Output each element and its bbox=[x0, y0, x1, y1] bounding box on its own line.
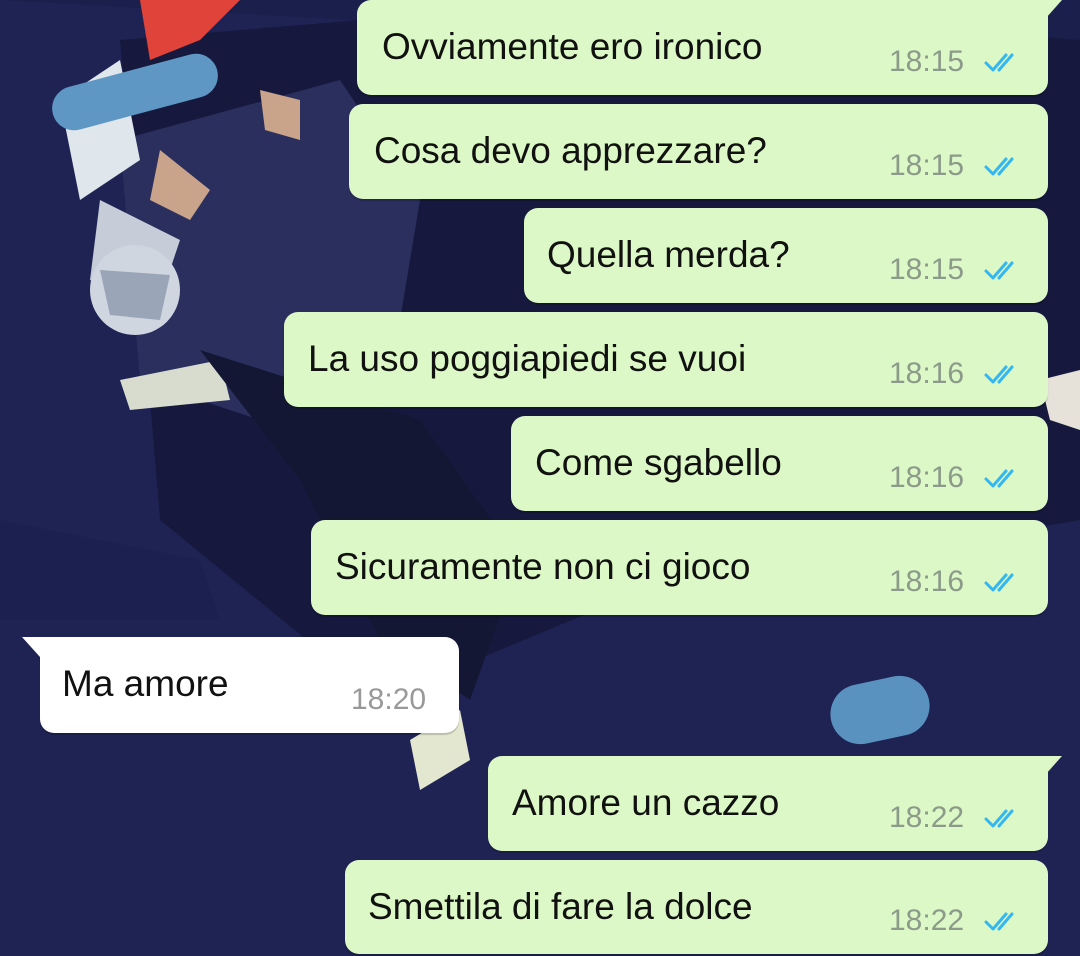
message-text: Amore un cazzo bbox=[512, 782, 780, 823]
double-check-read-icon bbox=[984, 157, 1014, 176]
message-bubble-outgoing[interactable]: Smettila di fare la dolce 18:22 bbox=[345, 860, 1048, 954]
double-check-read-icon bbox=[984, 53, 1014, 72]
message-bubble-outgoing[interactable]: Quella merda? 18:15 bbox=[524, 208, 1048, 303]
message-bubble-outgoing[interactable]: Come sgabello 18:16 bbox=[511, 416, 1048, 511]
message-bubble-outgoing[interactable]: Sicuramente non ci gioco 18:16 bbox=[311, 520, 1048, 615]
double-check-read-icon bbox=[984, 365, 1014, 384]
message-time: 18:22 bbox=[889, 904, 965, 937]
message-text: Ovviamente ero ironico bbox=[382, 26, 763, 67]
double-check-read-icon bbox=[984, 469, 1014, 488]
message-bubble-outgoing[interactable]: Ovviamente ero ironico 18:15 bbox=[357, 0, 1062, 95]
double-check-read-icon bbox=[984, 573, 1014, 592]
bubble-tail bbox=[22, 637, 40, 657]
message-text: Quella merda? bbox=[547, 234, 790, 275]
message-time: 18:15 bbox=[889, 149, 965, 182]
message-text: Sicuramente non ci gioco bbox=[335, 546, 751, 587]
message-bubble-outgoing[interactable]: Amore un cazzo 18:22 bbox=[488, 756, 1062, 851]
message-bubble-outgoing[interactable]: La uso poggiapiedi se vuoi 18:16 bbox=[284, 312, 1048, 407]
message-bubble-outgoing[interactable]: Cosa devo apprezzare? 18:15 bbox=[349, 104, 1048, 199]
message-time: 18:20 bbox=[351, 683, 427, 716]
message-text: Cosa devo apprezzare? bbox=[374, 130, 767, 171]
message-time: 18:15 bbox=[889, 45, 965, 78]
message-time: 18:16 bbox=[889, 565, 965, 598]
double-check-read-icon bbox=[984, 809, 1014, 828]
double-check-read-icon bbox=[984, 912, 1014, 931]
message-text: Smettila di fare la dolce bbox=[368, 886, 753, 927]
message-text: Come sgabello bbox=[535, 442, 782, 483]
message-time: 18:15 bbox=[889, 253, 965, 286]
double-check-read-icon bbox=[984, 261, 1014, 280]
message-time: 18:22 bbox=[889, 801, 965, 834]
message-time: 18:16 bbox=[889, 461, 965, 494]
message-text: Ma amore bbox=[62, 663, 229, 704]
message-text: La uso poggiapiedi se vuoi bbox=[308, 338, 747, 379]
message-bubble-incoming[interactable]: Ma amore 18:20 bbox=[22, 637, 459, 733]
message-time: 18:16 bbox=[889, 357, 965, 390]
bubble-tail bbox=[1046, 756, 1062, 774]
chat-messages: Ovviamente ero ironico 18:15 Cosa devo a… bbox=[0, 0, 1080, 956]
bubble-tail bbox=[1046, 0, 1062, 18]
